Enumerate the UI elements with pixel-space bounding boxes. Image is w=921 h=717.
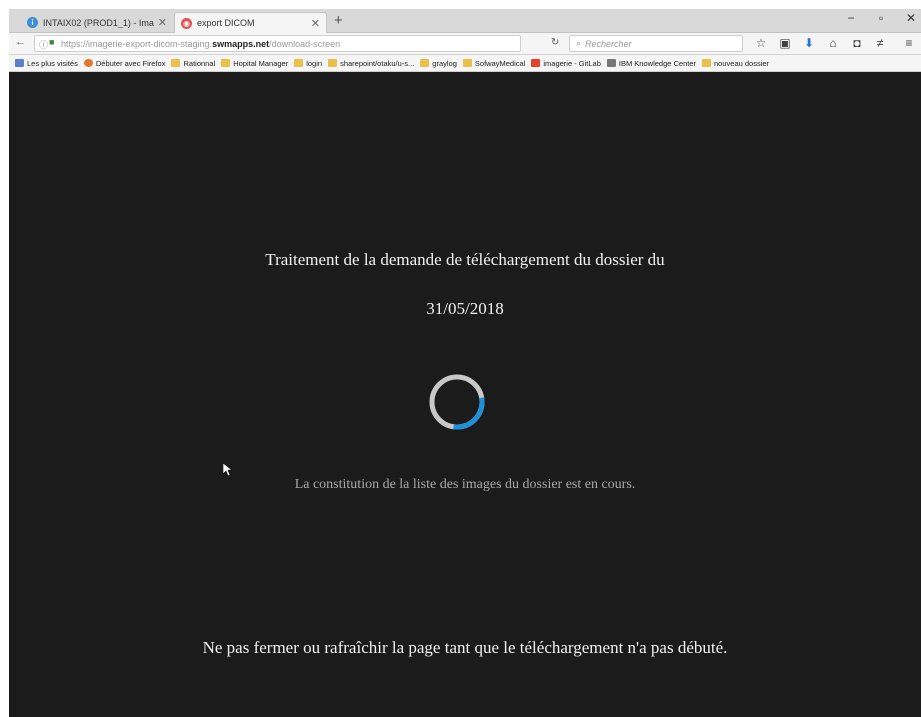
bookmark-hopital-manager[interactable]: Hopital Manager xyxy=(221,59,288,68)
tab-title: INTAIX02 (PROD1_1) - Ima... xyxy=(43,17,154,28)
mouse-cursor-icon xyxy=(223,463,233,477)
reload-icon[interactable]: ↻ xyxy=(551,37,559,48)
menu-icon[interactable]: ≡ xyxy=(902,36,916,50)
search-placeholder: Rechercher xyxy=(585,38,632,49)
app-red-icon: ◉ xyxy=(181,17,192,29)
folder-icon xyxy=(420,59,430,67)
new-tab-icon[interactable]: + xyxy=(334,12,343,29)
tab-strip: i INTAIX02 (PROD1_1) - Ima... ✕ ◉ export… xyxy=(9,9,921,33)
bookmark-graylog[interactable]: graylog xyxy=(420,59,457,68)
bookmarks-bar: Les plus visités Débuter avec Firefox Ra… xyxy=(9,55,921,72)
folder-icon xyxy=(462,59,472,67)
back-arrow-icon[interactable]: ← xyxy=(15,36,26,48)
folder-icon xyxy=(171,59,181,67)
bookmark-label: Les plus visités xyxy=(27,58,78,68)
bookmark-ibm[interactable]: IBM Knowledge Center xyxy=(606,58,697,68)
bookmark-most-visited[interactable]: Les plus visités xyxy=(15,59,78,68)
bookmark-gitlab[interactable]: imagerie - GitLab xyxy=(531,59,601,68)
bookmark-star-icon[interactable]: ☆ xyxy=(754,36,768,50)
info-icon[interactable]: ⓘ xyxy=(39,38,48,51)
folder-icon xyxy=(328,59,338,67)
tab-export-dicom[interactable]: ◉ export DICOM ✕ xyxy=(174,12,327,33)
spinner-arc xyxy=(429,374,485,430)
firefox-icon xyxy=(83,59,93,67)
page-content: Traitement de la demande de téléchargeme… xyxy=(9,72,921,717)
most-visited-icon xyxy=(15,59,24,67)
search-input[interactable]: ⌕ Rechercher xyxy=(569,35,743,52)
bookmark-nouveau-dossier[interactable]: nouveau dossier xyxy=(702,59,769,68)
warning-message: Ne pas fermer ou rafraîchir la page tant… xyxy=(202,638,728,657)
bookmark-label: login xyxy=(306,58,323,68)
bookmark-label: Hopital Manager xyxy=(233,58,289,68)
window-close-icon[interactable]: ✕ xyxy=(902,11,920,25)
ibm-icon xyxy=(606,59,616,67)
bookmark-sharepoint[interactable]: sharepoint/otaku/u-s... xyxy=(328,59,414,68)
loading-spinner xyxy=(429,374,485,430)
info-globe-icon: i xyxy=(27,17,38,28)
bookmark-label: Rationnal xyxy=(183,58,216,68)
navigation-bar: ← ⓘ ■ https://imagerie-export-dicom-stag… xyxy=(9,33,921,55)
bookmark-sofwaymedical[interactable]: SofwayMedical xyxy=(462,58,526,68)
minimize-icon[interactable]: − xyxy=(842,11,860,25)
search-icon: ⌕ xyxy=(576,38,582,48)
bookmark-label: SofwayMedical xyxy=(474,58,526,68)
bookmark-login[interactable]: login xyxy=(294,59,322,68)
folder-date: 31/05/2018 xyxy=(426,299,504,318)
bookmark-rationnal[interactable]: Rationnal xyxy=(171,59,215,68)
browser-window: i INTAIX02 (PROD1_1) - Ima... ✕ ◉ export… xyxy=(9,9,921,717)
tab-intaix02[interactable]: i INTAIX02 (PROD1_1) - Ima... ✕ xyxy=(21,12,173,33)
bookmark-label: imagerie - GitLab xyxy=(543,58,601,68)
gitlab-icon xyxy=(531,59,541,67)
folder-icon xyxy=(294,59,304,67)
download-icon[interactable]: ⬇ xyxy=(802,36,816,50)
bookmark-label: graylog xyxy=(432,58,457,68)
lock-icon[interactable]: ■ xyxy=(49,37,54,47)
folder-icon xyxy=(221,59,231,67)
close-icon[interactable]: ✕ xyxy=(311,17,320,30)
bookmark-label: Débuter avec Firefox xyxy=(95,58,166,68)
bookmark-label: IBM Knowledge Center xyxy=(618,58,697,68)
bookmark-label: nouveau dossier xyxy=(714,58,770,68)
status-message: La constitution de la liste des images d… xyxy=(294,477,636,492)
url-bar[interactable]: ⓘ ■ https://imagerie-export-dicom-stagin… xyxy=(34,35,521,52)
folder-icon xyxy=(702,59,712,67)
home-icon[interactable]: ⌂ xyxy=(826,36,840,50)
pocket-icon[interactable]: ◘ xyxy=(850,36,864,50)
library-icon[interactable]: ▣ xyxy=(778,36,792,50)
extension-icon[interactable]: ≠ xyxy=(873,36,887,50)
page-title: Traitement de la demande de téléchargeme… xyxy=(265,250,665,269)
maximize-icon[interactable]: ▫ xyxy=(872,11,890,25)
close-icon[interactable]: ✕ xyxy=(158,16,167,29)
tab-title: export DICOM xyxy=(197,18,255,28)
bookmark-label: sharepoint/otaku/u-s... xyxy=(340,58,415,68)
url-text: https://imagerie-export-dicom-staging.sw… xyxy=(61,38,341,49)
bookmark-firefox[interactable]: Débuter avec Firefox xyxy=(83,58,166,68)
